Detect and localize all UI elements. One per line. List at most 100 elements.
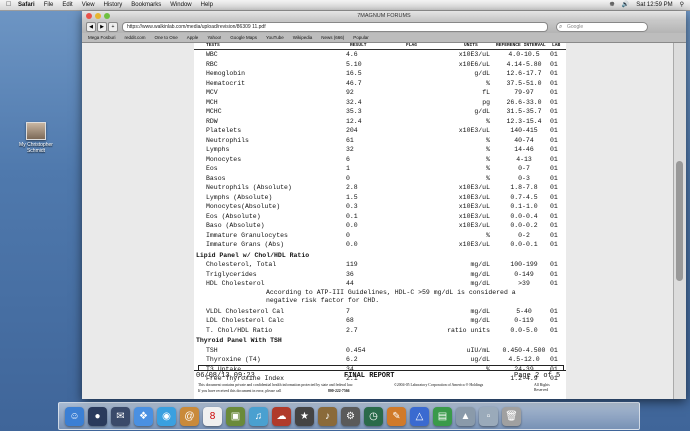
time-machine-icon[interactable]: ◷ <box>364 406 383 426</box>
trash-icon[interactable]: 🗑 <box>502 406 521 426</box>
ichat-icon[interactable]: ◉ <box>157 406 176 426</box>
close-window-button[interactable] <box>86 13 92 19</box>
imovie-icon[interactable]: ★ <box>295 406 314 426</box>
add-bookmark-button[interactable]: + <box>108 22 118 32</box>
test-lab: 01 <box>550 356 558 363</box>
bookmark-item[interactable]: Wikipedia <box>293 35 313 40</box>
vertical-scrollbar[interactable] <box>673 43 686 399</box>
spotlight-icon[interactable]: ⚲ <box>680 0 684 10</box>
test-reference: 0-7 <box>518 165 530 172</box>
bookmarks-bar: Mega Fosburi reddit.com One to One Apple Yah… <box>82 33 686 43</box>
menu-item[interactable]: Window <box>170 0 191 10</box>
bookmark-item[interactable]: News (666) <box>321 35 344 40</box>
address-book-icon[interactable]: @ <box>180 406 199 426</box>
test-reference: 0-3 <box>518 174 530 182</box>
test-result: 0 <box>346 231 350 239</box>
test-reference: 0.1-1.0 <box>510 203 538 210</box>
desktop-file-icon[interactable]: My Christopher Schmidt <box>18 122 54 154</box>
menu-item[interactable]: View <box>82 0 95 10</box>
test-lab: 01 <box>550 98 558 106</box>
scrollbar-thumb[interactable] <box>676 161 683 281</box>
search-field[interactable]: Google <box>556 22 648 32</box>
garageband-icon[interactable]: ♪ <box>318 406 337 426</box>
test-lab: 01 <box>550 51 558 58</box>
finder-icon[interactable]: ☺ <box>65 406 84 426</box>
itunes-icon[interactable]: ♫ <box>249 406 268 426</box>
wifi-icon[interactable]: ☸ <box>609 0 614 10</box>
apple-menu-icon[interactable]:  <box>6 0 11 10</box>
result-row: LDL Cholesterol Calc 68 mg/dL 0-119 01 <box>194 316 566 325</box>
menu-item[interactable]: History <box>104 0 123 10</box>
test-result: 68 <box>346 317 354 324</box>
test-units: x10E3/uL <box>458 51 490 58</box>
test-lab: 01 <box>550 165 558 172</box>
header-flag: FLAG <box>406 43 418 48</box>
result-row: Platelets 204 x10E3/uL 140-415 01 <box>194 126 566 135</box>
test-units: mg/dL <box>470 261 490 268</box>
numbers-icon[interactable]: ▤ <box>433 406 452 426</box>
test-reference: 0.0-0.1 <box>510 241 538 248</box>
test-reference: 4.0-10.5 <box>508 51 540 58</box>
test-result: 32 <box>346 146 354 153</box>
thyroid-panel-title: Thyroid Panel With TSH <box>196 337 282 344</box>
menu-item[interactable]: Safari <box>18 0 35 10</box>
test-result: 0.454 <box>346 346 366 354</box>
system-preferences-icon[interactable]: ⚙ <box>341 406 360 426</box>
address-bar[interactable]: https://www.walkinlab.com/media/upload/r… <box>122 22 548 32</box>
test-lab: 01 <box>550 212 558 220</box>
window-titlebar[interactable]: 7MAGNUM FORUMS <box>82 11 686 21</box>
test-lab: 01 <box>550 60 558 68</box>
bookmark-item[interactable]: Yahoo! <box>207 35 221 40</box>
preview-icon[interactable]: ▣ <box>226 406 245 426</box>
iphoto-icon[interactable]: ☁ <box>272 406 291 426</box>
menu-item[interactable]: Help <box>201 0 213 10</box>
test-reference: 14-46 <box>514 146 534 153</box>
test-lab: 01 <box>550 222 558 229</box>
bookmark-item[interactable]: One to One <box>155 35 178 40</box>
pdf-page: TESTS RESULT FLAG UNITS REFERENCE INTERV… <box>194 43 566 399</box>
safari-window: 7MAGNUM FORUMS ◀ ▶ + https://www.walkinl… <box>82 11 686 399</box>
bookmark-item[interactable]: Popular <box>353 35 369 40</box>
test-result: 204 <box>346 127 358 134</box>
bookmark-item[interactable]: YouTube <box>266 35 284 40</box>
test-reference: 0.0-0.2 <box>510 222 538 229</box>
keynote-icon[interactable]: △ <box>410 406 429 426</box>
ical-icon[interactable]: 8 <box>203 406 222 426</box>
test-name: LDL Cholesterol Calc <box>206 317 285 324</box>
desktop-file-label: My Christopher Schmidt <box>19 142 53 154</box>
test-units: ratio units <box>447 326 490 334</box>
zoom-window-button[interactable] <box>104 13 110 19</box>
back-button[interactable]: ◀ <box>86 22 96 32</box>
menu-item[interactable]: File <box>44 0 54 10</box>
documents-folder-icon[interactable]: ▫ <box>479 406 498 426</box>
error-text: If you have received this document in er… <box>198 389 282 393</box>
dashboard-icon[interactable]: ● <box>88 406 107 426</box>
test-units: mg/dL <box>470 307 490 315</box>
menu-item[interactable]: Bookmarks <box>131 0 161 10</box>
clock[interactable]: Sat 12:59 PM <box>636 0 672 10</box>
pdf-viewport[interactable]: TESTS RESULT FLAG UNITS REFERENCE INTERV… <box>82 43 674 399</box>
bookmark-item[interactable]: Google Maps <box>230 35 257 40</box>
volume-icon[interactable]: 🔊 <box>622 0 629 10</box>
test-units: % <box>486 146 490 153</box>
safari-icon[interactable]: ❖ <box>134 406 153 426</box>
test-reference: 1.8-7.8 <box>510 184 538 191</box>
mail-icon[interactable]: ✉ <box>111 406 130 426</box>
pages-icon[interactable]: ✎ <box>387 406 406 426</box>
test-lab: 01 <box>550 108 558 115</box>
test-result: 1 <box>346 165 350 172</box>
test-lab: 01 <box>550 127 558 134</box>
result-row: WBC 4.6 x10E3/uL 4.0-10.5 01 <box>194 50 566 59</box>
minimize-window-button[interactable] <box>95 13 101 19</box>
test-units: x10E3/uL <box>458 241 490 248</box>
applications-folder-icon[interactable]: ▲ <box>456 406 475 426</box>
test-name: Basos <box>206 174 226 182</box>
bookmark-item[interactable]: Apple <box>187 35 199 40</box>
forward-button[interactable]: ▶ <box>97 22 107 32</box>
bookmark-item[interactable]: Mega Fosburi <box>88 35 116 40</box>
menu-item[interactable]: Edit <box>62 0 72 10</box>
test-lab: 01 <box>550 241 558 248</box>
test-reference: 0.450-4.500 <box>502 346 546 354</box>
phone-number: 800-222-7566 <box>328 389 350 393</box>
bookmark-item[interactable]: reddit.com <box>125 35 146 40</box>
